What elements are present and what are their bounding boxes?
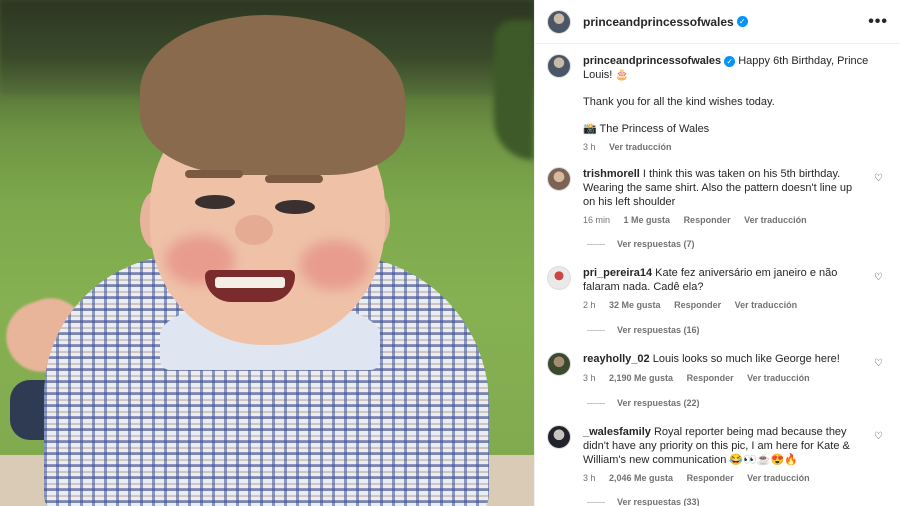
comment-avatar[interactable]	[547, 352, 571, 376]
comment-username[interactable]: trishmorell	[583, 168, 640, 180]
comment-likes[interactable]: 2,046 Me gusta	[609, 473, 673, 483]
caption-time[interactable]: 3 h	[583, 142, 596, 152]
author-username[interactable]: princeandprincessofwales	[583, 15, 734, 29]
comment-likes[interactable]: 1 Me gusta	[624, 215, 671, 225]
photo-background-bush	[494, 20, 534, 160]
photo-eye-right	[275, 200, 315, 214]
replies-divider	[587, 501, 605, 503]
caption-translate-link[interactable]: Ver traducción	[609, 142, 672, 152]
comment-avatar[interactable]	[547, 425, 571, 449]
reply-button[interactable]: Responder	[684, 215, 731, 225]
view-replies-button[interactable]: Ver respuestas (22)	[587, 398, 700, 408]
comment-time[interactable]: 2 h	[583, 300, 596, 310]
comment-likes[interactable]: 2,190 Me gusta	[609, 373, 673, 383]
translate-link[interactable]: Ver traducción	[747, 473, 810, 483]
comment-time[interactable]: 3 h	[583, 373, 596, 383]
comment-username[interactable]: _walesfamily	[583, 426, 651, 438]
author-avatar[interactable]	[547, 9, 571, 34]
replies-divider	[587, 402, 605, 404]
translate-link[interactable]: Ver traducción	[747, 373, 810, 383]
comment-item: pri_pereira14 Kate fez aniversário em ja…	[547, 266, 893, 312]
translate-link[interactable]: Ver traducción	[744, 215, 807, 225]
comment-avatar[interactable]	[547, 266, 571, 290]
view-replies-button[interactable]: Ver respuestas (16)	[587, 325, 700, 335]
comment-username[interactable]: reayholly_02	[583, 353, 650, 365]
verified-badge-icon: ✓	[736, 16, 748, 27]
comment-item: trishmorell I think this was taken on hi…	[547, 167, 893, 227]
caption-credit: 📸 The Princess of Wales	[583, 123, 710, 135]
like-heart-icon[interactable]: ♡	[874, 173, 883, 184]
view-replies-button[interactable]: Ver respuestas (33)	[587, 497, 700, 506]
post-photo[interactable]	[0, 0, 534, 506]
comment-avatar[interactable]	[547, 167, 571, 191]
like-heart-icon[interactable]: ♡	[874, 272, 883, 283]
replies-divider	[587, 243, 605, 245]
photo-brow-left	[185, 170, 243, 178]
comment-username[interactable]: pri_pereira14	[583, 267, 652, 279]
post-header: princeandprincessofwales ✓ •••	[535, 0, 900, 44]
more-options-icon[interactable]: •••	[868, 13, 888, 31]
comment-time[interactable]: 3 h	[583, 473, 596, 483]
comment-likes[interactable]: 32 Me gusta	[609, 300, 661, 310]
comment-time[interactable]: 16 min	[583, 215, 610, 225]
comment-item: _walesfamily Royal reporter being mad be…	[547, 425, 893, 485]
view-replies-button[interactable]: Ver respuestas (7)	[587, 239, 695, 249]
reply-button[interactable]: Responder	[687, 473, 734, 483]
photo-nose	[235, 215, 273, 245]
view-replies-label: Ver respuestas (7)	[617, 239, 695, 249]
comment-text: Louis looks so much like George here!	[652, 353, 840, 365]
photo-brow-right	[265, 175, 323, 183]
verified-badge-icon: ✓	[724, 55, 736, 67]
photo-eye-left	[195, 195, 235, 209]
caption-username[interactable]: princeandprincessofwales	[583, 55, 721, 67]
like-heart-icon[interactable]: ♡	[874, 358, 883, 369]
replies-divider	[587, 329, 605, 331]
post-caption: princeandprincessofwales ✓ Happy 6th Birt…	[547, 54, 893, 154]
translate-link[interactable]: Ver traducción	[735, 300, 798, 310]
post-side-panel: princeandprincessofwales ✓ ••• princeand…	[534, 0, 900, 506]
photo-teeth	[215, 277, 285, 288]
photo-cheek-right	[300, 240, 370, 290]
caption-avatar[interactable]	[547, 54, 571, 78]
view-replies-label: Ver respuestas (22)	[617, 398, 700, 408]
like-heart-icon[interactable]: ♡	[874, 431, 883, 442]
view-replies-label: Ver respuestas (33)	[617, 497, 700, 506]
reply-button[interactable]: Responder	[687, 373, 734, 383]
caption-line-2: Thank you for all the kind wishes today.	[583, 96, 775, 108]
view-replies-label: Ver respuestas (16)	[617, 325, 700, 335]
reply-button[interactable]: Responder	[674, 300, 721, 310]
comment-item: reayholly_02 Louis looks so much like Ge…	[547, 352, 893, 385]
